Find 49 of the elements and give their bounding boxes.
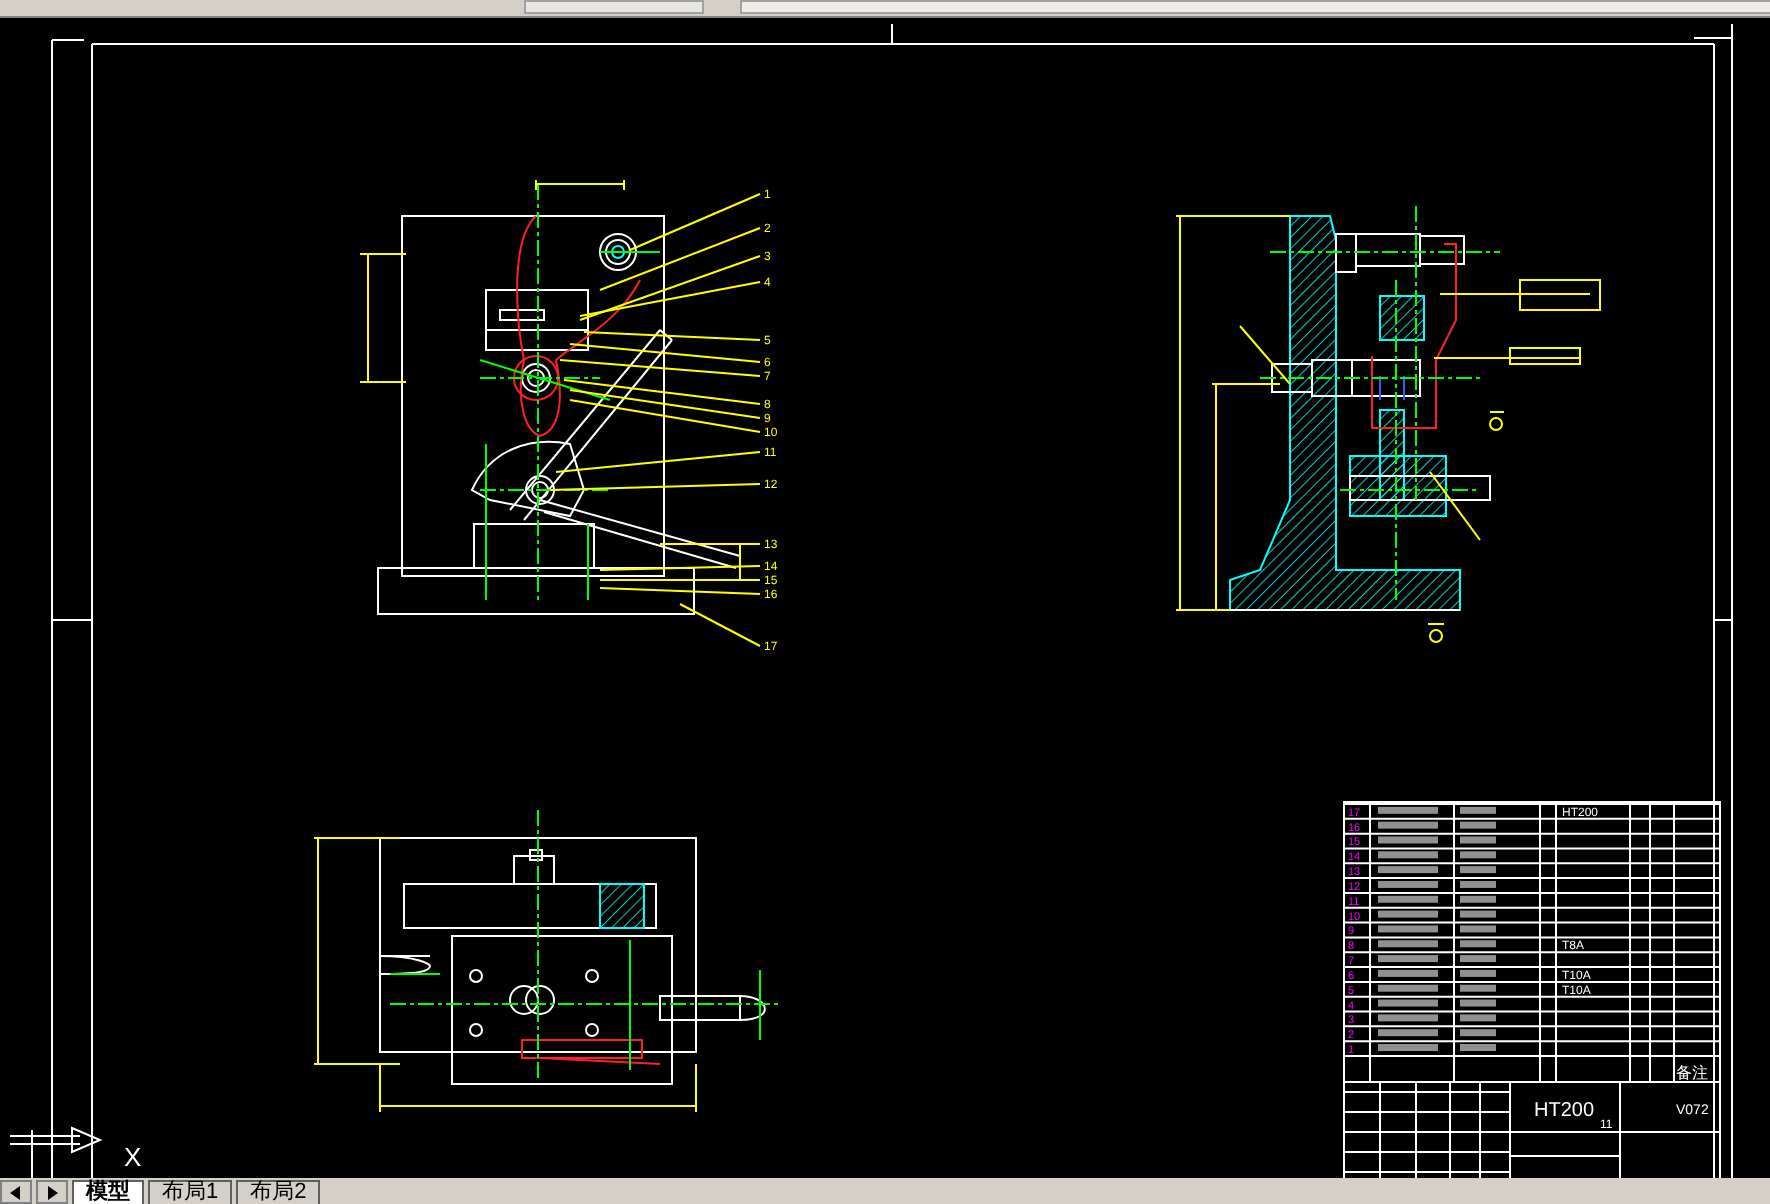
part-name-placeholder	[1460, 940, 1496, 948]
part-code-placeholder	[1378, 925, 1438, 933]
part-code-placeholder	[1378, 969, 1438, 977]
ucs-icon	[9, 1126, 103, 1178]
part-name-placeholder	[1460, 1029, 1496, 1037]
part-code-placeholder	[1378, 806, 1438, 814]
part-name-placeholder	[1460, 999, 1496, 1007]
part-name-placeholder	[1460, 895, 1496, 903]
part-code-placeholder	[1378, 910, 1438, 918]
part-code-placeholder	[1378, 866, 1438, 874]
part-code-placeholder	[1378, 984, 1438, 992]
part-name-placeholder	[1460, 925, 1496, 933]
part-name-placeholder	[1460, 984, 1496, 992]
part-name-placeholder	[1460, 1044, 1496, 1051]
part-name-placeholder	[1460, 969, 1496, 977]
part-code-placeholder	[1378, 851, 1438, 859]
scrollbar-thumb[interactable]	[524, 0, 704, 14]
layout-tab[interactable]: 布局2	[236, 1180, 321, 1204]
part-code-placeholder	[1378, 940, 1438, 948]
part-name-placeholder	[1460, 910, 1496, 918]
layout-tab[interactable]: 模型	[72, 1180, 144, 1204]
remarks-header: 备注	[1676, 1064, 1708, 1082]
material-text: HT200	[1534, 1100, 1594, 1122]
leader-line	[659, 543, 761, 545]
part-code-placeholder	[1378, 1014, 1438, 1022]
part-name-placeholder	[1460, 880, 1496, 888]
nav-right-icon	[46, 1185, 58, 1199]
axis-label: X	[124, 1142, 142, 1172]
part-name-placeholder	[1460, 1014, 1496, 1022]
part-name-placeholder	[1460, 866, 1496, 874]
nav-right-button[interactable]	[36, 1180, 68, 1204]
part-code-placeholder	[1378, 836, 1438, 844]
part-code-placeholder	[1378, 1029, 1438, 1037]
part-code-placeholder	[1378, 999, 1438, 1007]
nav-left-button[interactable]	[0, 1180, 32, 1204]
nav-left-icon	[10, 1185, 22, 1199]
leader-line	[629, 193, 761, 251]
part-name-placeholder	[1460, 851, 1496, 859]
part-code-placeholder	[1378, 955, 1438, 963]
part-name-placeholder	[1460, 955, 1496, 963]
part-name-placeholder	[1460, 821, 1496, 829]
part-name-placeholder	[1460, 806, 1496, 814]
part-code-placeholder	[1378, 895, 1438, 903]
leader-line	[679, 603, 761, 647]
part-code-placeholder	[1378, 1044, 1438, 1051]
layout-tab[interactable]: 布局1	[148, 1180, 233, 1204]
part-code-placeholder	[1378, 880, 1438, 888]
part-name-placeholder	[1460, 836, 1496, 844]
part-code-placeholder	[1378, 821, 1438, 829]
